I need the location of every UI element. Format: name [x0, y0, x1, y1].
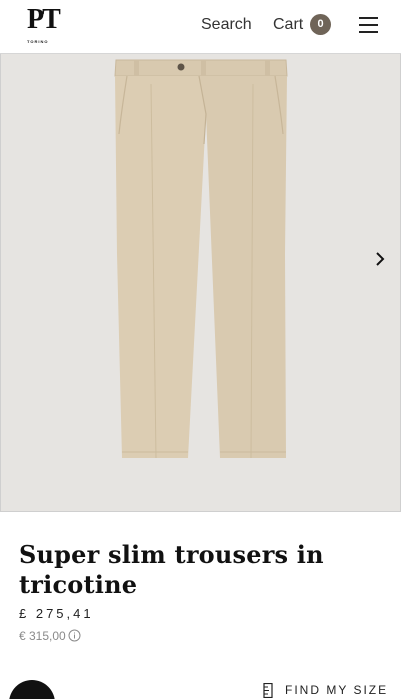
product-title: Super slim trousers in tricotine	[19, 540, 324, 599]
ruler-icon	[263, 682, 273, 698]
product-gallery[interactable]	[0, 54, 401, 512]
find-my-size-label: FIND MY SIZE	[285, 683, 389, 697]
price-eur: € 315,00	[19, 629, 66, 643]
site-header: PT TORINO Search Cart 0	[0, 0, 401, 54]
search-link[interactable]: Search	[201, 16, 252, 34]
hamburger-menu-icon[interactable]	[359, 16, 379, 33]
next-image-button[interactable]	[369, 248, 391, 270]
cart-link[interactable]: Cart	[273, 16, 303, 34]
logo-mark: PT	[27, 4, 61, 35]
brand-logo[interactable]: PT TORINO	[27, 6, 61, 46]
cart-count-badge[interactable]: 0	[310, 14, 331, 35]
product-image	[114, 59, 288, 459]
info-icon[interactable]	[68, 629, 81, 642]
chevron-right-icon	[376, 252, 385, 266]
chat-button[interactable]	[9, 680, 55, 699]
logo-subtitle: TORINO	[27, 39, 49, 44]
price-gbp: £ 275,41	[19, 606, 94, 621]
find-my-size-button[interactable]: FIND MY SIZE	[263, 682, 388, 698]
